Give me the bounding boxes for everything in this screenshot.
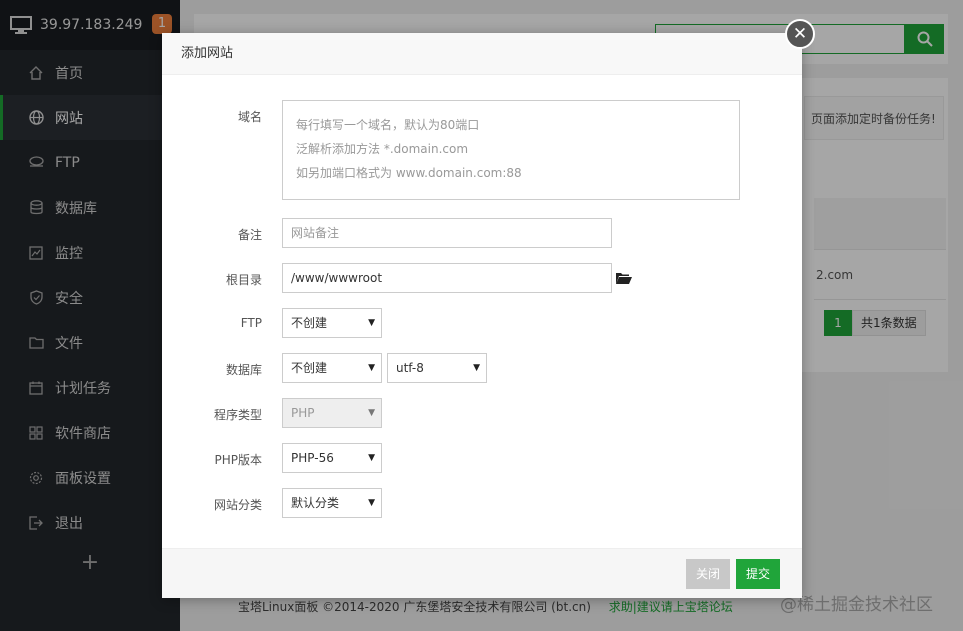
dialog-title: 添加网站: [162, 33, 802, 75]
submit-button[interactable]: 提交: [736, 559, 781, 589]
remark-input[interactable]: 网站备注: [282, 218, 612, 248]
root-dir-label: 根目录: [225, 273, 262, 287]
program-type-value: PHP: [291, 406, 315, 420]
chevron-down-icon: ▼: [368, 318, 375, 328]
database-label: 数据库: [225, 363, 262, 377]
domain-textarea[interactable]: 每行填写一个域名，默认为80端口 泛解析添加方法 *.domain.com 如另…: [282, 100, 740, 200]
chevron-down-icon: ▼: [368, 498, 375, 508]
add-site-dialog: 添加网站 ✕ 域名 每行填写一个域名，默认为80端口 泛解析添加方法 *.dom…: [162, 19, 815, 598]
category-label: 网站分类: [213, 498, 262, 512]
php-version-value: PHP-56: [291, 451, 334, 465]
domain-placeholder-line: 每行填写一个域名，默认为80端口: [296, 118, 480, 132]
domain-label: 域名: [237, 110, 262, 124]
domain-placeholder-line: 如另加端口格式为 www.domain.com:88: [296, 166, 522, 180]
program-type-select: PHP ▼: [282, 398, 382, 428]
folder-open-icon[interactable]: [615, 271, 633, 285]
program-type-label: 程序类型: [213, 408, 262, 422]
domain-placeholder-line: 泛解析添加方法 *.domain.com: [296, 142, 469, 156]
charset-select-value: utf-8: [396, 361, 424, 375]
chevron-down-icon: ▼: [473, 363, 480, 373]
root-dir-input[interactable]: /www/wwwroot: [282, 263, 612, 293]
ftp-select[interactable]: 不创建 ▼: [282, 308, 382, 338]
close-icon[interactable]: ✕: [785, 19, 815, 49]
dialog-footer: 关闭 提交: [162, 548, 802, 598]
chevron-down-icon: ▼: [368, 453, 375, 463]
php-version-label: PHP版本: [214, 453, 263, 467]
chevron-down-icon: ▼: [368, 408, 375, 418]
ftp-label: FTP: [240, 316, 262, 330]
database-select-value: 不创建: [291, 361, 328, 375]
database-select[interactable]: 不创建 ▼: [282, 353, 382, 383]
php-version-select[interactable]: PHP-56 ▼: [282, 443, 382, 473]
ftp-select-value: 不创建: [291, 316, 328, 330]
chevron-down-icon: ▼: [368, 363, 375, 373]
close-button[interactable]: 关闭: [686, 559, 731, 589]
category-select[interactable]: 默认分类 ▼: [282, 488, 382, 518]
remark-label: 备注: [237, 228, 262, 242]
category-value: 默认分类: [291, 496, 340, 510]
charset-select[interactable]: utf-8 ▼: [387, 353, 487, 383]
